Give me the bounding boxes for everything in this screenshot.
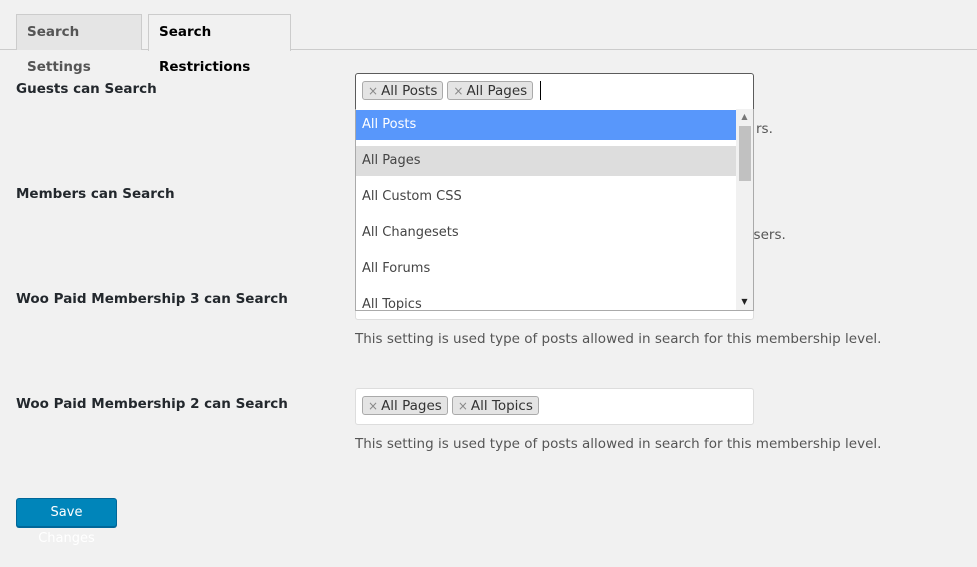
guests-search-select[interactable]: × All Posts × All Pages <box>355 73 754 110</box>
membership2-chip-all-pages: × All Pages <box>362 396 448 415</box>
guests-search-label: Guests can Search <box>16 81 157 97</box>
tab-search-restrictions[interactable]: Search Restrictions <box>148 14 291 75</box>
membership3-search-description: This setting is used type of posts allow… <box>355 331 882 347</box>
scrollbar-thumb[interactable] <box>739 126 751 181</box>
chip-label: All Topics <box>470 398 533 414</box>
settings-tab-bar: Search Settings Search Restrictions <box>0 0 977 75</box>
scroll-down-arrow-icon[interactable]: ▼ <box>736 294 753 310</box>
scroll-up-arrow-icon[interactable]: ▲ <box>736 109 753 125</box>
text-caret <box>540 81 542 100</box>
dropdown-scrollbar[interactable]: ▲ ▼ <box>736 109 753 310</box>
dropdown-option[interactable]: All Pages <box>356 146 736 176</box>
remove-chip-icon[interactable]: × <box>368 399 378 413</box>
chip-label: All Pages <box>466 83 528 99</box>
dropdown-option[interactable]: All Custom CSS <box>356 182 736 212</box>
dropdown-option[interactable]: All Changesets <box>356 218 736 248</box>
membership2-search-label: Woo Paid Membership 2 can Search <box>16 396 288 412</box>
remove-chip-icon[interactable]: × <box>368 84 378 98</box>
membership2-search-select[interactable]: × All Pages × All Topics <box>355 388 754 425</box>
guests-chip-all-posts: × All Posts <box>362 81 444 100</box>
members-search-label: Members can Search <box>16 186 175 202</box>
remove-chip-icon[interactable]: × <box>453 84 463 98</box>
save-changes-button[interactable]: Save Changes <box>16 498 117 546</box>
chip-label: All Posts <box>381 83 438 99</box>
membership3-search-label: Woo Paid Membership 3 can Search <box>16 291 288 307</box>
dropdown-option[interactable]: All Forums <box>356 254 736 284</box>
remove-chip-icon[interactable]: × <box>458 399 468 413</box>
dropdown-option[interactable]: All Posts <box>356 110 736 140</box>
tab-search-settings[interactable]: Search Settings <box>16 14 142 75</box>
guests-search-description: rs. <box>756 121 773 137</box>
chip-label: All Pages <box>381 398 442 414</box>
dropdown-option[interactable]: All Topics <box>356 290 736 310</box>
membership2-search-description: This setting is used type of posts allow… <box>355 436 882 452</box>
membership2-chip-all-topics: × All Topics <box>451 396 539 415</box>
guests-chip-all-pages: × All Pages <box>447 81 534 100</box>
post-type-dropdown: All Posts All Pages All Custom CSS All C… <box>355 109 754 311</box>
